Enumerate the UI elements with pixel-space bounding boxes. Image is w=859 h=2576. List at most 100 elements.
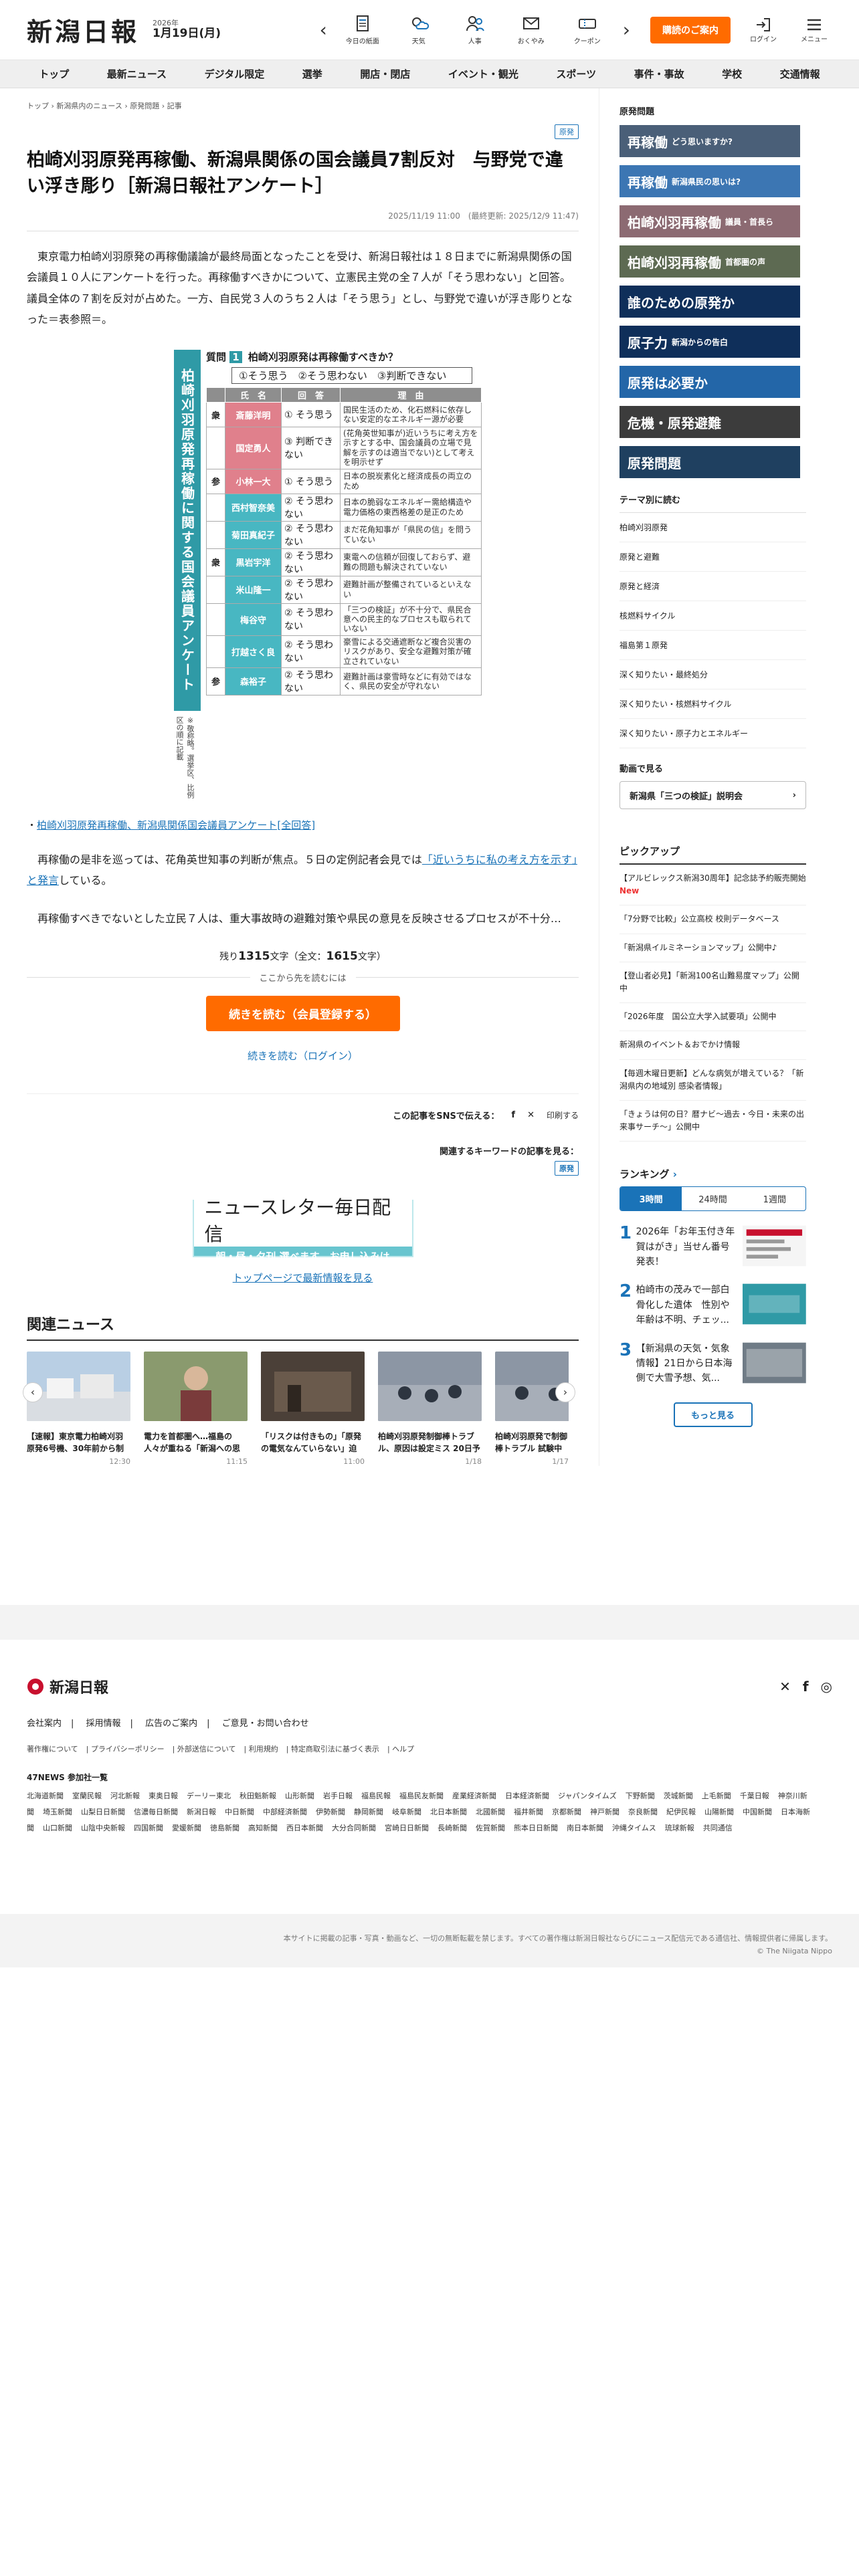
partner-paper-link[interactable]: 山陰中央新報 <box>81 1824 125 1832</box>
partner-paper-link[interactable]: 河北新報 <box>110 1792 140 1800</box>
partner-paper-link[interactable]: 宮崎日日新聞 <box>385 1824 429 1832</box>
partner-paper-link[interactable]: 岩手日報 <box>323 1792 353 1800</box>
partner-paper-link[interactable]: 北日本新聞 <box>430 1808 467 1816</box>
partner-paper-link[interactable]: 静岡新聞 <box>354 1808 383 1816</box>
nav-item-incidents[interactable]: 事件・事故 <box>634 67 684 81</box>
subscribe-button[interactable]: 購読のご案内 <box>650 16 731 43</box>
related-news-item[interactable]: 柏崎刈羽原発で制御棒トラブル 試験中の警報鳴らず、原因不明 ... 1/17 <box>495 1351 569 1466</box>
partner-paper-link[interactable]: 伊勢新聞 <box>316 1808 345 1816</box>
partner-paper-link[interactable]: 愛媛新聞 <box>172 1824 201 1832</box>
pickup-item[interactable]: 「きょうは何の日？暦ナビ〜過去・今日・未来の出来事サーチ〜」公開中 <box>619 1101 806 1142</box>
partner-paper-link[interactable]: 長崎新聞 <box>438 1824 467 1832</box>
partner-paper-link[interactable]: 信濃毎日新聞 <box>134 1808 178 1816</box>
pickup-item[interactable]: 「7分野で比較」公立高校 校則データベース <box>619 905 806 934</box>
partner-paper-link[interactable]: 埼玉新聞 <box>43 1808 72 1816</box>
issue-banner[interactable]: 再稼働 新潟県民の思いは? <box>619 165 800 197</box>
partner-paper-link[interactable]: 室蘭民報 <box>72 1792 102 1800</box>
login-link[interactable]: ログイン <box>745 16 781 43</box>
login-continue-link[interactable]: 続きを読む（ログイン） <box>27 1049 579 1063</box>
issue-banner[interactable]: 再稼働 どう思いますか? <box>619 125 800 157</box>
theme-item[interactable]: 深く知りたい・核燃料サイクル <box>619 689 806 719</box>
partner-paper-link[interactable]: 下野新聞 <box>626 1792 655 1800</box>
policy-link[interactable]: 特定商取引法に基づく表示 <box>291 1745 379 1753</box>
partner-paper-link[interactable]: 福井新聞 <box>514 1808 543 1816</box>
nav-item-election[interactable]: 選挙 <box>302 67 322 81</box>
partner-paper-link[interactable]: 北國新聞 <box>476 1808 505 1816</box>
tab-3hours[interactable]: 3時間 <box>620 1187 682 1211</box>
nav-item-schools[interactable]: 学校 <box>722 67 742 81</box>
partner-paper-link[interactable]: 山形新聞 <box>285 1792 314 1800</box>
related-news-item[interactable]: 電力を首都圏へ…福島の人々が重ねる「新潟への思い」 原発事故... 11:15 <box>144 1351 248 1466</box>
issue-banner[interactable]: 原発は必要か <box>619 366 800 398</box>
related-news-item[interactable]: 柏崎刈羽原発制御棒トラブル、原因は設定ミス 20日予定の再稼... 1/18 <box>378 1351 482 1466</box>
coupon-link[interactable]: クーポン <box>567 14 608 45</box>
policy-link[interactable]: 利用規約 <box>249 1745 278 1753</box>
personnel-link[interactable]: 人事 <box>454 14 496 45</box>
ranking-item[interactable]: 2 柏崎市の茂みで一部白骨化した遺体 性別や年齢は不明、チェッ... <box>619 1283 806 1327</box>
pickup-item[interactable]: 「2026年度 国公立大学入試要項」公開中 <box>619 1003 806 1032</box>
related-news-item[interactable]: 【速報】東京電力柏崎刈羽原発6号機、30年前から制御棒の警報... 12:30 <box>27 1351 130 1466</box>
keyword-tag[interactable]: 原発 <box>555 1160 579 1176</box>
ranking-item[interactable]: 3 【新潟県の天気・気象情報】21日から日本海側で大雪予想、気... <box>619 1341 806 1386</box>
theme-item[interactable]: 原発と経済 <box>619 572 806 601</box>
tab-1week[interactable]: 1週間 <box>744 1187 805 1210</box>
pickup-item[interactable]: 新潟県のイベント＆おでかけ情報 <box>619 1031 806 1060</box>
partner-paper-link[interactable]: 秋田魁新報 <box>240 1792 276 1800</box>
pickup-item[interactable]: 【登山者必見】「新潟100名山難易度マップ」公開中 <box>619 962 806 1004</box>
partner-paper-link[interactable]: 神戸新聞 <box>590 1808 619 1816</box>
more-ranking-button[interactable]: もっと見る <box>673 1402 753 1427</box>
partner-paper-link[interactable]: 四国新聞 <box>134 1824 163 1832</box>
footer-link[interactable]: ご意見・お問い合わせ <box>222 1719 309 1729</box>
partner-paper-link[interactable]: 佐賀新聞 <box>476 1824 505 1832</box>
theme-item[interactable]: 深く知りたい・最終処分 <box>619 660 806 689</box>
site-logo[interactable]: 新潟日報 <box>27 11 139 48</box>
ranking-item[interactable]: 1 2026年「お年玉付き年賀はがき」当せん番号発表！ <box>619 1224 806 1269</box>
facebook-icon[interactable]: f <box>511 1110 515 1120</box>
nav-item-traffic[interactable]: 交通情報 <box>780 67 820 81</box>
nav-item-top[interactable]: トップ <box>39 67 69 81</box>
theme-item[interactable]: 核燃料サイクル <box>619 601 806 631</box>
partner-paper-link[interactable]: 東奥日報 <box>149 1792 178 1800</box>
shortcut-prev-icon[interactable]: ‹ <box>320 20 327 39</box>
theme-item[interactable]: 深く知りたい・原子力とエネルギー <box>619 719 806 748</box>
todays-paper-link[interactable]: 今日の紙面 <box>342 14 383 45</box>
partner-paper-link[interactable]: 琉球新報 <box>665 1824 694 1832</box>
nav-item-latest[interactable]: 最新ニュース <box>107 67 167 81</box>
partner-paper-link[interactable]: 大分合同新聞 <box>332 1824 376 1832</box>
breadcrumb[interactable]: トップ › 新潟県内のニュース › 原発問題 › 記事 <box>27 88 579 124</box>
issue-banner[interactable]: 柏崎刈羽再稼働 議員・首長ら <box>619 205 800 237</box>
partner-paper-link[interactable]: 北海道新聞 <box>27 1792 64 1800</box>
issue-banner[interactable]: 誰のための原発か <box>619 286 800 318</box>
related-article-link[interactable]: 柏崎刈羽原発再稼働、新潟県関係国会議員アンケート[全回答] <box>37 819 315 831</box>
partner-paper-link[interactable]: 熊本日日新聞 <box>514 1824 558 1832</box>
weather-link[interactable]: 天気 <box>398 14 440 45</box>
partner-paper-link[interactable]: 沖縄タイムス <box>612 1824 656 1832</box>
footer-link[interactable]: 会社案内 <box>27 1719 62 1729</box>
nav-item-events[interactable]: イベント・観光 <box>448 67 518 81</box>
partner-paper-link[interactable]: デーリー東北 <box>187 1792 231 1800</box>
x-icon[interactable]: ✕ <box>527 1110 535 1120</box>
nav-item-digital[interactable]: デジタル限定 <box>205 67 265 81</box>
footer-link[interactable]: 採用情報 <box>86 1719 121 1729</box>
pickup-item[interactable]: 【アルビレックス新潟30周年】記念誌予約販売開始 New <box>619 865 806 906</box>
shortcut-next-icon[interactable]: › <box>623 20 630 39</box>
policy-link[interactable]: プライバシーポリシー <box>91 1745 165 1753</box>
partner-paper-link[interactable]: 奈良新聞 <box>628 1808 658 1816</box>
partner-paper-link[interactable]: 共同通信 <box>703 1824 733 1832</box>
partner-paper-link[interactable]: 西日本新聞 <box>286 1824 323 1832</box>
partner-paper-link[interactable]: 千葉日報 <box>740 1792 769 1800</box>
menu-button[interactable]: メニュー <box>796 16 832 43</box>
issue-banner[interactable]: 危機・原発避難 <box>619 406 800 438</box>
partner-paper-link[interactable]: 山口新聞 <box>43 1824 72 1832</box>
facebook-icon[interactable]: f <box>803 1679 809 1695</box>
partner-paper-link[interactable]: 中部経済新聞 <box>263 1808 307 1816</box>
carousel-prev-icon[interactable]: ‹ <box>23 1382 43 1402</box>
print-button[interactable]: 印刷する <box>547 1109 579 1121</box>
tab-24hours[interactable]: 24時間 <box>682 1187 743 1210</box>
partner-paper-link[interactable]: 中日新聞 <box>225 1808 254 1816</box>
partner-paper-link[interactable]: 上毛新聞 <box>702 1792 731 1800</box>
issue-banner[interactable]: 柏崎刈羽再稼働 首都圏の声 <box>619 245 800 278</box>
instagram-icon[interactable]: ◎ <box>821 1679 832 1695</box>
policy-link[interactable]: 著作権について <box>27 1745 78 1753</box>
x-icon[interactable]: ✕ <box>779 1679 791 1695</box>
